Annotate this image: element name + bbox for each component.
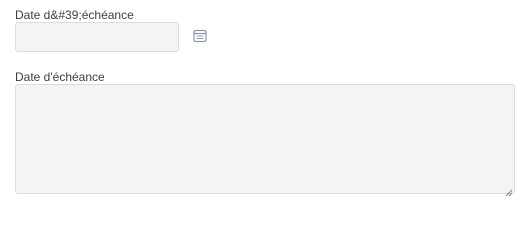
date-field-label: Date d&#39;échéance [15, 8, 134, 22]
date-input[interactable] [15, 22, 179, 52]
notes-textarea[interactable] [15, 84, 515, 194]
notes-field-label: Date d'échéance [15, 70, 105, 84]
resize-handle-icon[interactable] [505, 184, 513, 197]
calendar-icon[interactable] [191, 27, 209, 45]
